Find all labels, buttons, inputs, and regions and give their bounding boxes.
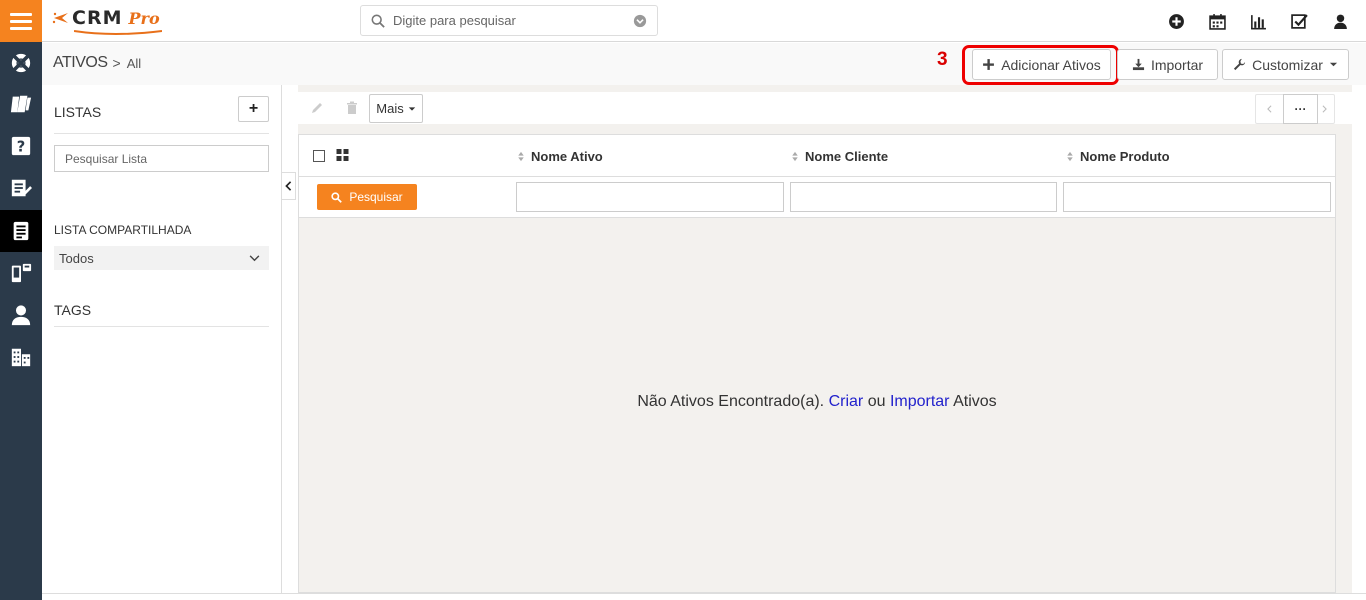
add-assets-button[interactable]: Adicionar Ativos — [972, 49, 1111, 80]
global-search[interactable]: Digite para pesquisar — [360, 5, 658, 36]
search-filter-label: Pesquisar — [349, 190, 403, 204]
customize-button[interactable]: Customizar — [1222, 49, 1349, 80]
contacts-icon[interactable] — [0, 296, 42, 334]
divider — [54, 133, 269, 134]
chevron-down-circle-icon[interactable] — [633, 14, 647, 28]
lists-sidebar: LISTAS + LISTA COMPARTILHADA Todos TAGS — [42, 85, 282, 593]
logo-text: CRM — [72, 7, 123, 29]
empty-prefix: Não Ativos Encontrado(a). — [637, 393, 825, 410]
column-header-nome-cliente[interactable]: Nome Cliente — [791, 149, 888, 164]
list-toolbar: Mais ··· — [298, 92, 1352, 124]
column-label: Nome Ativo — [531, 149, 603, 164]
caret-down-icon — [1329, 62, 1337, 67]
search-icon — [331, 191, 343, 203]
column-header-nome-produto[interactable]: Nome Produto — [1066, 149, 1170, 164]
breadcrumb-separator: > — [112, 55, 121, 71]
caret-down-icon — [408, 106, 415, 111]
empty-state-message: Não Ativos Encontrado(a). Criar ou Impor… — [299, 393, 1335, 411]
logo-swoosh-icon — [52, 12, 68, 24]
import-button[interactable]: Importar — [1117, 49, 1218, 80]
menu-icon[interactable] — [0, 0, 42, 42]
step-annotation-number: 3 — [937, 49, 948, 70]
breadcrumb-bar: ATIVOS > All 3 Adicionar Ativos Importar… — [42, 43, 1366, 85]
prev-page-icon[interactable] — [1267, 105, 1272, 113]
task-check-icon[interactable] — [1286, 11, 1313, 31]
download-icon — [1132, 58, 1145, 71]
devices-icon[interactable] — [0, 254, 42, 292]
column-header-nome-ativo[interactable]: Nome Ativo — [517, 149, 603, 164]
add-list-button[interactable]: + — [238, 96, 269, 122]
column-label: Nome Produto — [1080, 149, 1170, 164]
chart-icon[interactable] — [1245, 11, 1272, 31]
logo-underline — [74, 30, 162, 35]
divider — [54, 326, 269, 327]
documents-icon[interactable] — [0, 85, 42, 123]
footer-divider — [42, 593, 1366, 594]
organizations-icon[interactable] — [0, 338, 42, 376]
trash-icon[interactable] — [345, 101, 359, 115]
svg-text:?: ? — [17, 139, 26, 156]
plus-icon — [983, 59, 995, 70]
select-all-checkbox[interactable] — [313, 150, 325, 162]
assets-icon[interactable] — [0, 210, 42, 252]
support-lifebuoy-icon[interactable] — [0, 44, 42, 82]
help-icon[interactable]: ? — [0, 127, 42, 165]
breadcrumb-filter: All — [126, 55, 142, 71]
chevron-down-icon — [249, 254, 260, 261]
logo-suffix: Pro — [128, 9, 160, 28]
edit-list-icon[interactable] — [0, 169, 42, 207]
crm-pro-logo[interactable]: CRM Pro — [52, 7, 162, 35]
collapse-sidebar-button[interactable] — [282, 172, 296, 200]
import-link[interactable]: Importar — [890, 393, 950, 410]
left-nav-rail: ? — [0, 0, 42, 600]
shared-list-title: LISTA COMPARTILHADA — [54, 223, 192, 237]
search-icon — [371, 14, 385, 28]
breadcrumb-module[interactable]: ATIVOS — [53, 54, 108, 72]
records-table: Nome Ativo Nome Cliente Nome Produto Pes… — [298, 134, 1336, 593]
top-icons — [1163, 11, 1354, 31]
more-label: Mais — [376, 101, 404, 116]
pagination: ··· — [1255, 94, 1335, 124]
import-label: Importar — [1150, 56, 1204, 73]
shared-list-select[interactable]: Todos — [54, 246, 269, 270]
plus-circle-icon[interactable] — [1163, 11, 1190, 31]
filter-nome-produto-input[interactable] — [1063, 182, 1331, 212]
top-bar: CRM Pro Digite para pesquisar — [42, 0, 1366, 42]
filter-nome-ativo-input[interactable] — [516, 182, 784, 212]
search-input[interactable]: Digite para pesquisar — [393, 13, 633, 28]
search-filter-button[interactable]: Pesquisar — [317, 184, 417, 210]
more-actions-dropdown[interactable]: Mais — [369, 94, 423, 123]
wrench-icon — [1234, 58, 1246, 71]
customize-label: Customizar — [1252, 56, 1323, 73]
empty-suffix: Ativos — [953, 393, 997, 410]
user-icon[interactable] — [1327, 11, 1354, 31]
pencil-icon[interactable] — [310, 101, 324, 115]
page-options-button[interactable]: ··· — [1283, 94, 1318, 124]
column-label: Nome Cliente — [805, 149, 889, 164]
filter-row: Pesquisar — [299, 177, 1335, 218]
chevron-left-icon — [285, 181, 292, 191]
create-link[interactable]: Criar — [829, 393, 864, 410]
column-grid-icon[interactable] — [336, 149, 349, 161]
table-header: Nome Ativo Nome Cliente Nome Produto — [299, 135, 1335, 177]
breadcrumb: ATIVOS > All — [53, 54, 141, 72]
next-page-icon[interactable] — [1322, 105, 1327, 113]
empty-middle: ou — [867, 393, 886, 410]
calendar-icon[interactable] — [1204, 11, 1231, 31]
tags-title: TAGS — [54, 302, 92, 318]
add-assets-label: Adicionar Ativos — [1001, 56, 1101, 73]
lists-title: LISTAS — [54, 104, 102, 120]
sort-icon — [1067, 151, 1073, 162]
shared-list-value: Todos — [59, 250, 94, 266]
search-list-input[interactable] — [54, 145, 269, 172]
main-content: Mais ··· Nome Ativo Nome Cliente Nome Pr… — [298, 85, 1352, 593]
sort-icon — [792, 151, 798, 162]
sort-icon — [518, 151, 524, 162]
filter-nome-cliente-input[interactable] — [790, 182, 1057, 212]
